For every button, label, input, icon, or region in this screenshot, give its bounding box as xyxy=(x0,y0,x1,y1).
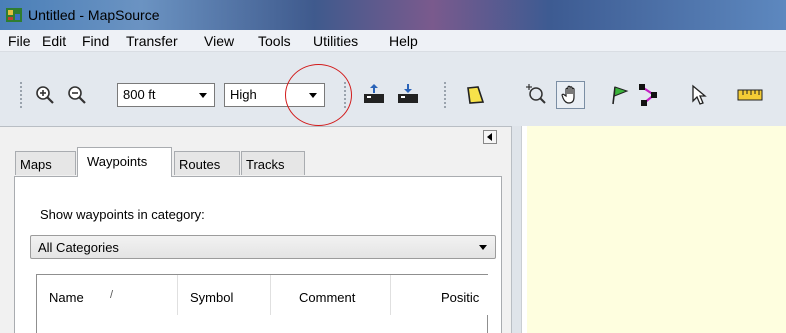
mapsource-app-icon xyxy=(6,8,22,22)
column-header-symbol[interactable]: Symbol xyxy=(178,275,271,315)
tab-label: Waypoints xyxy=(87,154,148,169)
title-bar: Untitled - MapSource xyxy=(0,0,786,30)
tab-label: Maps xyxy=(20,157,52,172)
column-label: Symbol xyxy=(190,290,234,305)
menu-transfer[interactable]: Transfer xyxy=(126,33,178,49)
toolbar-grip[interactable] xyxy=(20,82,24,108)
route-tool-icon[interactable] xyxy=(638,83,662,107)
collapse-panel-button[interactable] xyxy=(483,130,497,144)
menu-find[interactable]: Find xyxy=(82,33,109,49)
zoom-in-icon[interactable] xyxy=(34,84,56,106)
menu-help[interactable]: Help xyxy=(389,33,418,49)
category-value: All Categories xyxy=(38,240,119,255)
menu-view[interactable]: View xyxy=(204,33,234,49)
send-to-device-icon[interactable] xyxy=(396,83,420,107)
zoom-scale-select[interactable]: 800 ft xyxy=(117,83,215,107)
tab-routes[interactable]: Routes xyxy=(174,151,240,175)
measure-tool-icon[interactable] xyxy=(737,89,763,101)
tab-label: Routes xyxy=(179,157,221,172)
sort-indicator: / xyxy=(110,289,114,301)
menu-edit[interactable]: Edit xyxy=(42,33,66,49)
map-selection-icon[interactable] xyxy=(464,84,486,106)
tab-maps[interactable]: Maps xyxy=(15,151,76,175)
chevron-down-icon xyxy=(195,87,211,103)
zoom-tool-icon[interactable] xyxy=(524,83,548,107)
receive-from-device-icon[interactable] xyxy=(362,83,386,107)
toolbar-grip[interactable] xyxy=(444,82,448,108)
selection-tool-icon[interactable] xyxy=(690,84,710,106)
tab-tracks[interactable]: Tracks xyxy=(241,151,305,175)
column-label: Positic xyxy=(441,290,480,305)
highlight-circle xyxy=(285,64,352,126)
zoom-out-icon[interactable] xyxy=(66,84,88,106)
column-label: Comment xyxy=(299,290,356,305)
column-header-position[interactable]: Positic xyxy=(391,275,489,315)
window-title: Untitled - MapSource xyxy=(28,7,160,23)
category-select[interactable]: All Categories xyxy=(30,235,496,259)
hand-tool-icon xyxy=(561,85,575,104)
zoom-scale-value: 800 ft xyxy=(123,87,156,102)
waypoint-tool-icon[interactable] xyxy=(609,84,631,106)
waypoint-list[interactable]: Name / Symbol Comment Positic xyxy=(36,274,489,333)
tab-label: Tracks xyxy=(246,157,285,172)
menu-file[interactable]: File xyxy=(8,33,31,49)
tab-waypoints[interactable]: Waypoints xyxy=(77,147,172,177)
menu-bar: File Edit Find Transfer View Tools Utili… xyxy=(0,30,786,52)
column-header-name[interactable]: Name / xyxy=(37,275,178,315)
menu-utilities[interactable]: Utilities xyxy=(313,33,358,49)
category-label: Show waypoints in category: xyxy=(40,207,205,222)
menu-tools[interactable]: Tools xyxy=(258,33,291,49)
column-label: Name xyxy=(49,290,84,305)
map-canvas[interactable] xyxy=(527,126,786,333)
hand-tool-button[interactable] xyxy=(556,81,585,109)
column-header-comment[interactable]: Comment xyxy=(271,275,391,315)
detail-level-value: High xyxy=(230,87,257,102)
